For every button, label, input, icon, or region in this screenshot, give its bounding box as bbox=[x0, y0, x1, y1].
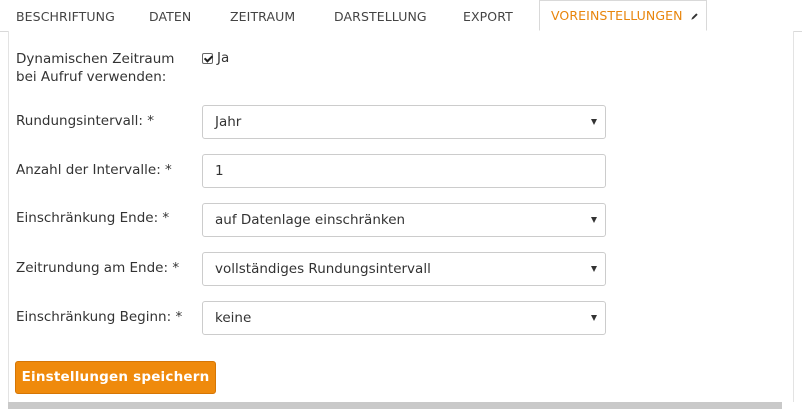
end-limit-select[interactable]: auf Datenlage einschränken bbox=[202, 203, 606, 237]
dynamic-range-label: Dynamischen Zeitraum bei Aufruf verwende… bbox=[16, 51, 175, 85]
rounding-interval-value: Jahr bbox=[215, 114, 242, 130]
save-settings-button[interactable]: Einstellungen speichern bbox=[15, 361, 216, 394]
rounding-interval-select[interactable]: Jahr bbox=[202, 105, 606, 139]
interval-count-label: Anzahl der Intervalle: * bbox=[16, 162, 172, 178]
start-limit-label: Einschränkung Beginn: * bbox=[16, 309, 183, 325]
chevron-down-icon bbox=[591, 119, 597, 125]
tab-voreinstellungen-label: VOREINSTELLUNGEN bbox=[551, 8, 683, 23]
tab-daten[interactable]: DATEN bbox=[149, 0, 191, 31]
tab-beschriftung[interactable]: BESCHRIFTUNG bbox=[16, 0, 115, 31]
end-limit-value: auf Datenlage einschränken bbox=[215, 212, 406, 228]
rounding-interval-label: Rundungsintervall: * bbox=[16, 113, 154, 129]
chevron-down-icon bbox=[591, 266, 597, 272]
tab-export[interactable]: EXPORT bbox=[463, 0, 513, 31]
end-limit-label: Einschränkung Ende: * bbox=[16, 210, 170, 226]
chevron-down-icon bbox=[591, 217, 597, 223]
start-limit-select[interactable]: keine bbox=[202, 301, 606, 335]
checkbox-label: Ja bbox=[217, 50, 230, 66]
tab-darstellung[interactable]: DARSTELLUNG bbox=[334, 0, 427, 31]
tab-voreinstellungen[interactable]: VOREINSTELLUNGEN bbox=[539, 0, 707, 31]
interval-count-value: 1 bbox=[215, 163, 224, 179]
interval-count-input[interactable]: 1 bbox=[202, 154, 606, 188]
checkbox-checked-icon[interactable] bbox=[202, 52, 213, 64]
panel-shadow bbox=[8, 402, 782, 409]
start-limit-value: keine bbox=[215, 310, 252, 326]
end-rounding-select[interactable]: vollständiges Rundungsintervall bbox=[202, 252, 606, 286]
chevron-down-icon bbox=[591, 315, 597, 321]
tab-bar: BESCHRIFTUNG DATEN ZEITRAUM DARSTELLUNG … bbox=[0, 0, 802, 31]
end-rounding-value: vollständiges Rundungsintervall bbox=[215, 261, 431, 277]
end-rounding-label: Zeitrundung am Ende: * bbox=[16, 260, 180, 276]
pencil-icon bbox=[690, 13, 698, 20]
dynamic-range-checkbox[interactable]: Ja bbox=[202, 50, 229, 66]
tab-zeitraum[interactable]: ZEITRAUM bbox=[230, 0, 295, 31]
